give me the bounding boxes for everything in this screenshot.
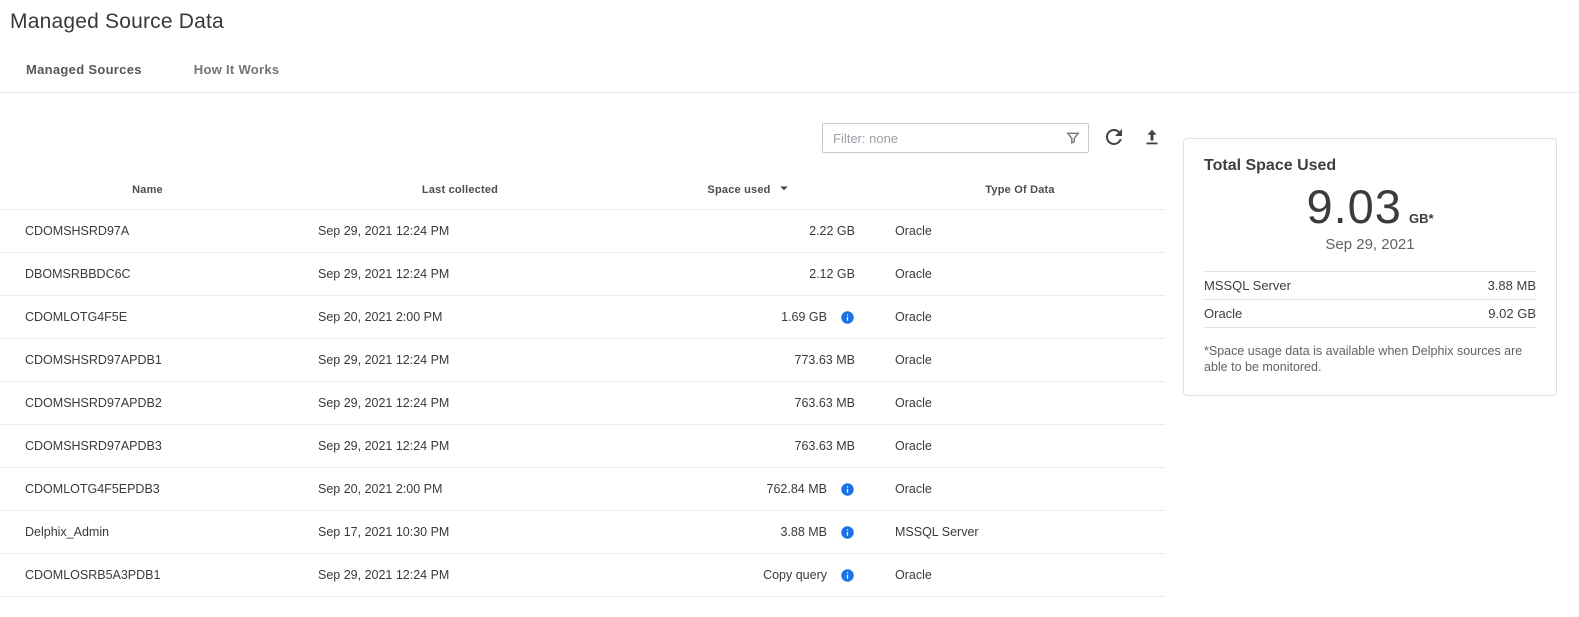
table-row[interactable]: CDOMLOTG4F5EPDB3 Sep 20, 2021 2:00 PM 76…: [0, 468, 1165, 511]
space-used-value: 2.12 GB: [809, 267, 855, 281]
type-of-data: Oracle: [875, 568, 1165, 582]
breakdown-label: MSSQL Server: [1204, 278, 1291, 293]
filter-box: [822, 123, 1089, 153]
last-collected: Sep 29, 2021 12:24 PM: [295, 439, 625, 453]
filter-input[interactable]: [822, 123, 1089, 153]
table-row[interactable]: Delphix_Admin Sep 17, 2021 10:30 PM 3.88…: [0, 511, 1165, 554]
table-row[interactable]: CDOMLOTG4F5E Sep 20, 2021 2:00 PM 1.69 G…: [0, 296, 1165, 339]
source-name: CDOMLOSRB5A3PDB1: [0, 568, 295, 582]
column-header-last-collected[interactable]: Last collected: [295, 184, 625, 196]
breakdown-row: MSSQL Server 3.88 MB: [1204, 271, 1536, 299]
space-used-value: 763.63 MB: [795, 439, 855, 453]
last-collected: Sep 29, 2021 12:24 PM: [295, 396, 625, 410]
space-used-value: 763.63 MB: [795, 396, 855, 410]
space-used-value: 1.69 GB: [781, 310, 827, 324]
breakdown-value: 9.02 GB: [1488, 306, 1536, 321]
space-footnote: *Space usage data is available when Delp…: [1204, 343, 1536, 375]
last-collected: Sep 20, 2021 2:00 PM: [295, 310, 625, 324]
table-row[interactable]: CDOMSHSRD97APDB1 Sep 29, 2021 12:24 PM 7…: [0, 339, 1165, 382]
column-header-name[interactable]: Name: [0, 184, 295, 196]
last-collected: Sep 17, 2021 10:30 PM: [295, 525, 625, 539]
type-of-data: Oracle: [875, 439, 1165, 453]
total-space-card: Total Space Used 9.03 GB* Sep 29, 2021 M…: [1183, 138, 1557, 396]
space-used-cell: 1.69 GB: [625, 310, 875, 325]
source-name: CDOMSHSRD97A: [0, 224, 295, 238]
last-collected: Sep 29, 2021 12:24 PM: [295, 224, 625, 238]
column-header-space-used[interactable]: Space used: [625, 179, 875, 200]
table-row[interactable]: CDOMSHSRD97A Sep 29, 2021 12:24 PM 2.22 …: [0, 210, 1165, 253]
type-of-data: Oracle: [875, 224, 1165, 238]
table-row[interactable]: CDOMSHSRD97APDB2 Sep 29, 2021 12:24 PM 7…: [0, 382, 1165, 425]
type-of-data: Oracle: [875, 353, 1165, 367]
space-used-value: 2.22 GB: [809, 224, 855, 238]
table-row[interactable]: CDOMSHSRD97APDB3 Sep 29, 2021 12:24 PM 7…: [0, 425, 1165, 468]
source-name: CDOMSHSRD97APDB3: [0, 439, 295, 453]
copy-query-link[interactable]: Copy query: [763, 568, 827, 582]
space-breakdown: MSSQL Server 3.88 MB Oracle 9.02 GB: [1204, 271, 1536, 328]
breakdown-row: Oracle 9.02 GB: [1204, 299, 1536, 327]
tab-how-it-works[interactable]: How It Works: [194, 62, 280, 92]
sources-table: Name Last collected Space used Type Of D…: [0, 170, 1165, 597]
space-used-cell: 2.12 GB: [625, 267, 875, 281]
table-row[interactable]: DBOMSRBBDC6C Sep 29, 2021 12:24 PM 2.12 …: [0, 253, 1165, 296]
space-used-value: 773.63 MB: [795, 353, 855, 367]
source-name: CDOMLOTG4F5EPDB3: [0, 482, 295, 496]
tab-bar: Managed Sources How It Works: [0, 62, 1579, 93]
table-body: CDOMSHSRD97A Sep 29, 2021 12:24 PM 2.22 …: [0, 210, 1165, 597]
source-name: CDOMLOTG4F5E: [0, 310, 295, 324]
source-name: CDOMSHSRD97APDB2: [0, 396, 295, 410]
main-content: Name Last collected Space used Type Of D…: [0, 93, 1579, 597]
space-used-value: 762.84 MB: [767, 482, 827, 496]
source-name: CDOMSHSRD97APDB1: [0, 353, 295, 367]
refresh-icon: [1102, 125, 1126, 152]
source-name: DBOMSRBBDC6C: [0, 267, 295, 281]
breakdown-label: Oracle: [1204, 306, 1242, 321]
space-used-cell: 763.63 MB: [625, 396, 875, 410]
space-used-cell: Copy query: [625, 568, 875, 583]
last-collected: Sep 29, 2021 12:24 PM: [295, 568, 625, 582]
space-used-cell: 762.84 MB: [625, 482, 875, 497]
table-header: Name Last collected Space used Type Of D…: [0, 170, 1165, 210]
last-collected: Sep 20, 2021 2:00 PM: [295, 482, 625, 496]
info-icon[interactable]: [840, 568, 855, 583]
space-used-cell: 773.63 MB: [625, 353, 875, 367]
space-used-cell: 3.88 MB: [625, 525, 875, 540]
type-of-data: Oracle: [875, 267, 1165, 281]
total-space-date: Sep 29, 2021: [1204, 236, 1536, 253]
export-icon: [1141, 126, 1163, 151]
source-name: Delphix_Admin: [0, 525, 295, 539]
last-collected: Sep 29, 2021 12:24 PM: [295, 353, 625, 367]
filter-funnel-icon[interactable]: [1065, 130, 1081, 146]
space-used-value: 3.88 MB: [780, 525, 827, 539]
space-used-cell: 2.22 GB: [625, 224, 875, 238]
info-icon[interactable]: [840, 310, 855, 325]
refresh-button[interactable]: [1101, 125, 1127, 151]
sources-section: Name Last collected Space used Type Of D…: [0, 93, 1165, 597]
total-space-value-line: 9.03 GB*: [1204, 179, 1536, 234]
total-space-unit: GB*: [1409, 211, 1434, 226]
total-space-title: Total Space Used: [1204, 157, 1536, 175]
info-icon[interactable]: [840, 525, 855, 540]
tab-managed-sources[interactable]: Managed Sources: [26, 62, 142, 92]
type-of-data: MSSQL Server: [875, 525, 1165, 539]
page-title: Managed Source Data: [0, 0, 1579, 34]
last-collected: Sep 29, 2021 12:24 PM: [295, 267, 625, 281]
type-of-data: Oracle: [875, 482, 1165, 496]
type-of-data: Oracle: [875, 310, 1165, 324]
toolbar: [0, 123, 1165, 153]
total-space-value: 9.03: [1306, 179, 1401, 234]
table-row[interactable]: CDOMLOSRB5A3PDB1 Sep 29, 2021 12:24 PM C…: [0, 554, 1165, 597]
export-button[interactable]: [1139, 125, 1165, 151]
info-icon[interactable]: [840, 482, 855, 497]
breakdown-value: 3.88 MB: [1488, 278, 1536, 293]
space-used-cell: 763.63 MB: [625, 439, 875, 453]
type-of-data: Oracle: [875, 396, 1165, 410]
column-header-type-of-data[interactable]: Type Of Data: [875, 184, 1165, 196]
sort-chevron-down-icon[interactable]: [775, 179, 793, 200]
